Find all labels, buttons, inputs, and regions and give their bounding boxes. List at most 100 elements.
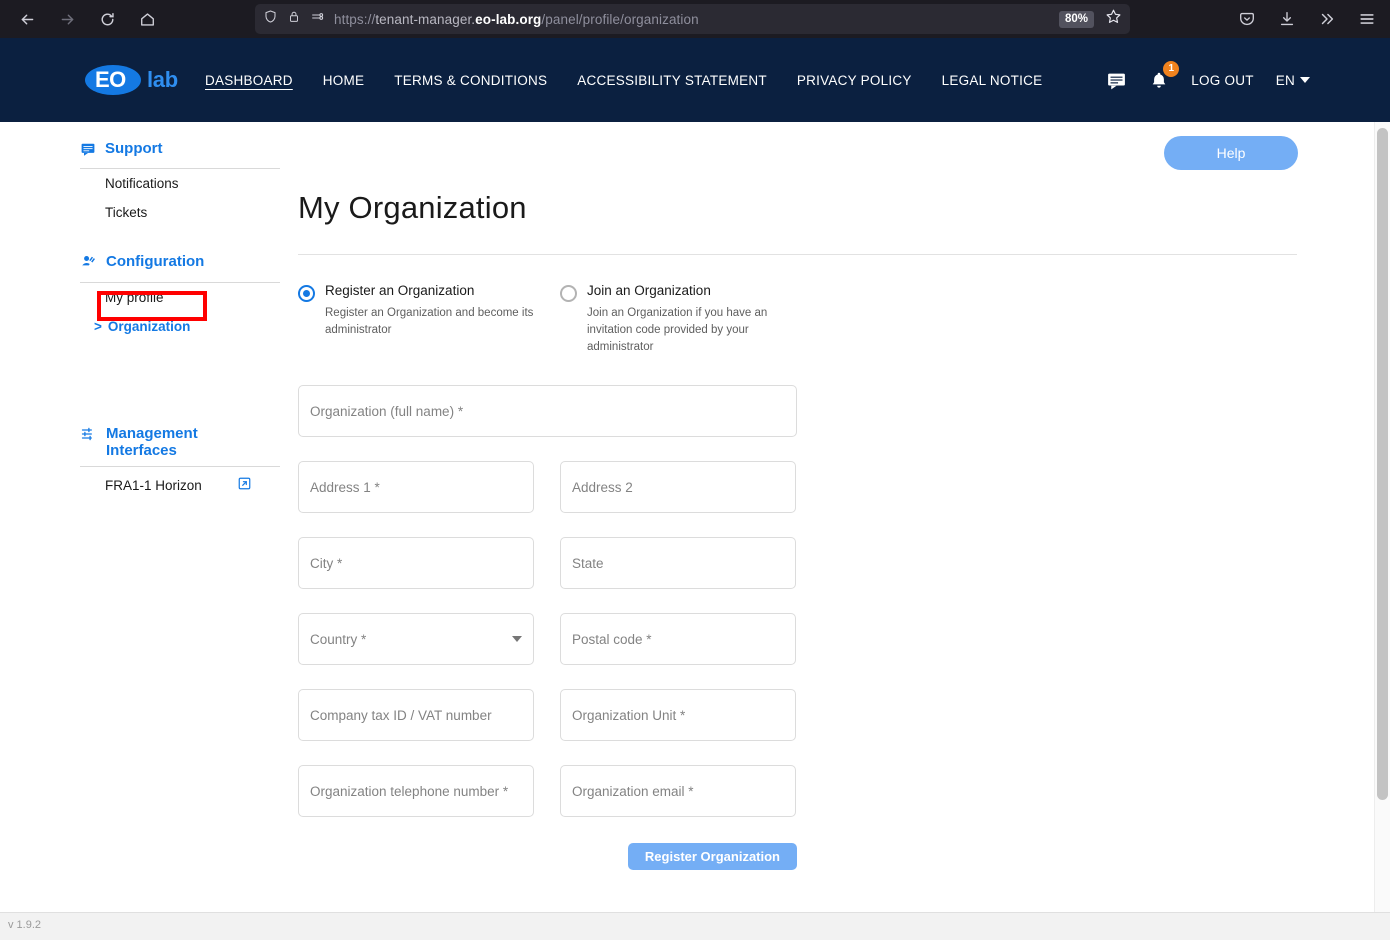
page-body: Support Notifications Tickets Configurat… xyxy=(0,122,1390,912)
address-row: Address 1 * Address 2 xyxy=(298,461,798,514)
browser-nav-buttons xyxy=(0,4,162,34)
url-host-domain: eo-lab.org xyxy=(475,11,542,27)
vat-field[interactable]: Company tax ID / VAT number xyxy=(298,689,534,742)
star-icon[interactable] xyxy=(1105,8,1122,30)
org-full-name-field[interactable]: Organization (full name) * xyxy=(298,385,797,438)
sidebar-group-support-header: Support xyxy=(80,140,280,170)
sidebar-item-label: FRA1-1 Horizon xyxy=(105,477,202,493)
nav-link-legal-notice[interactable]: LEGAL NOTICE xyxy=(942,73,1043,88)
main-navigation: DASHBOARD HOME TERMS & CONDITIONS ACCESS… xyxy=(205,73,1042,88)
nav-link-dashboard[interactable]: DASHBOARD xyxy=(205,73,293,88)
sidebar-item-fra1-1-horizon[interactable]: FRA1-1 Horizon xyxy=(80,467,280,501)
sidebar-group-support-title: Support xyxy=(105,140,163,157)
logout-button[interactable]: LOG OUT xyxy=(1191,73,1254,88)
sidebar-item-label: Tickets xyxy=(105,205,148,221)
sidebar-item-tickets[interactable]: Tickets xyxy=(80,198,280,227)
vat-placeholder: Company tax ID / VAT number xyxy=(310,707,492,723)
version-label: v 1.9.2 xyxy=(8,919,42,931)
vat-unit-row: Company tax ID / VAT number Organization… xyxy=(298,689,798,742)
address-bar[interactable]: https://tenant-manager.eo-lab.org/panel/… xyxy=(255,4,1130,34)
url-host-prefix: tenant-manager. xyxy=(375,11,476,27)
page-footer: v 1.9.2 xyxy=(0,912,1390,940)
logo-mark: EO xyxy=(85,65,151,95)
message-icon[interactable] xyxy=(1106,70,1127,91)
sidebar-group-configuration-title: Configuration xyxy=(106,253,205,271)
city-state-row: City * State xyxy=(298,537,798,590)
country-select[interactable]: Country * xyxy=(298,613,534,666)
downloads-icon[interactable] xyxy=(1274,6,1300,32)
language-selector[interactable]: EN xyxy=(1276,73,1310,88)
register-organization-button[interactable]: Register Organization xyxy=(627,843,797,871)
phone-email-row: Organization telephone number * Organiza… xyxy=(298,765,798,818)
site-header: EO lab DASHBOARD HOME TERMS & CONDITIONS… xyxy=(0,38,1390,122)
user-settings-icon xyxy=(80,254,97,274)
sidebar-group-configuration: Configuration My profile > Organization xyxy=(80,253,280,340)
notification-badge: 1 xyxy=(1163,60,1180,77)
logo-lab-text: lab xyxy=(147,67,178,92)
sidebar-group-management-header: Management Interfaces xyxy=(80,424,280,467)
org-unit-field[interactable]: Organization Unit * xyxy=(560,689,796,742)
nav-link-privacy-policy[interactable]: PRIVACY POLICY xyxy=(797,73,912,88)
radio-register-organization[interactable] xyxy=(298,285,315,302)
radio-join-text-group: Join an Organization Join an Organizatio… xyxy=(587,283,802,355)
nav-link-home[interactable]: HOME xyxy=(323,73,365,88)
phone-field[interactable]: Organization telephone number * xyxy=(298,765,534,818)
postal-code-field[interactable]: Postal code * xyxy=(560,613,796,666)
radio-join-organization[interactable] xyxy=(560,285,577,302)
home-icon[interactable] xyxy=(132,4,162,34)
org-full-name-placeholder: Organization (full name) * xyxy=(310,403,464,419)
url-path: /panel/profile/organization xyxy=(541,11,699,27)
sidebar: Support Notifications Tickets Configurat… xyxy=(80,140,280,507)
url-text[interactable]: https://tenant-manager.eo-lab.org/panel/… xyxy=(334,12,1050,27)
email-field[interactable]: Organization email * xyxy=(560,765,796,818)
sidebar-group-support: Support Notifications Tickets xyxy=(80,140,280,227)
sidebar-item-label: My profile xyxy=(105,289,164,305)
organization-mode-options: Register an Organization Register an Org… xyxy=(298,283,1298,355)
hamburger-menu-icon[interactable] xyxy=(1354,6,1380,32)
nav-link-accessibility-statement[interactable]: ACCESSIBILITY STATEMENT xyxy=(577,73,767,88)
chevron-down-icon xyxy=(1300,77,1310,83)
radio-register-text-group: Register an Organization Register an Org… xyxy=(325,283,540,355)
shield-icon[interactable] xyxy=(263,9,278,29)
browser-toolbar: https://tenant-manager.eo-lab.org/panel/… xyxy=(0,0,1390,38)
bell-icon[interactable]: 1 xyxy=(1149,60,1180,91)
sliders-icon xyxy=(80,426,97,446)
sidebar-group-management-title: Management Interfaces xyxy=(106,424,198,459)
sidebar-group-configuration-header: Configuration xyxy=(80,253,280,283)
zoom-level-indicator[interactable]: 80% xyxy=(1058,10,1094,28)
reload-icon[interactable] xyxy=(92,4,122,34)
forward-arrow-icon[interactable] xyxy=(52,4,82,34)
url-scheme: https:// xyxy=(334,11,376,27)
sidebar-group-management-interfaces: Management Interfaces FRA1-1 Horizon xyxy=(80,425,280,502)
pocket-icon[interactable] xyxy=(1234,6,1260,32)
sidebar-item-organization[interactable]: > Organization xyxy=(80,312,280,341)
radio-option-register-organization[interactable]: Register an Organization Register an Org… xyxy=(298,283,560,355)
address2-placeholder: Address 2 xyxy=(572,479,633,495)
country-placeholder: Country * xyxy=(310,631,367,647)
sidebar-item-notifications[interactable]: Notifications xyxy=(80,169,280,198)
address2-field[interactable]: Address 2 xyxy=(560,461,796,514)
nav-link-terms-conditions[interactable]: TERMS & CONDITIONS xyxy=(394,73,547,88)
chevron-right-icon: > xyxy=(94,318,102,334)
chevron-down-icon[interactable] xyxy=(512,636,522,643)
site-logo[interactable]: EO lab xyxy=(85,63,178,97)
permissions-icon[interactable] xyxy=(310,9,325,29)
page-scrollbar-thumb[interactable] xyxy=(1377,128,1388,800)
back-arrow-icon[interactable] xyxy=(12,4,42,34)
address1-field[interactable]: Address 1 * xyxy=(298,461,534,514)
phone-placeholder: Organization telephone number * xyxy=(310,783,509,799)
external-link-icon[interactable] xyxy=(237,476,280,494)
lock-icon[interactable] xyxy=(287,9,301,29)
page-title: My Organization xyxy=(298,190,527,225)
submit-row: Register Organization xyxy=(298,843,797,871)
state-field[interactable]: State xyxy=(560,537,796,590)
radio-option-label: Join an Organization xyxy=(587,283,711,298)
email-placeholder: Organization email * xyxy=(572,783,694,799)
sidebar-item-my-profile[interactable]: My profile xyxy=(80,283,280,312)
chevrons-right-icon[interactable] xyxy=(1314,6,1340,32)
radio-option-join-organization[interactable]: Join an Organization Join an Organizatio… xyxy=(560,283,860,355)
city-field[interactable]: City * xyxy=(298,537,534,590)
radio-option-description: Register an Organization and become its … xyxy=(325,307,534,336)
help-button[interactable]: Help xyxy=(1164,136,1298,170)
